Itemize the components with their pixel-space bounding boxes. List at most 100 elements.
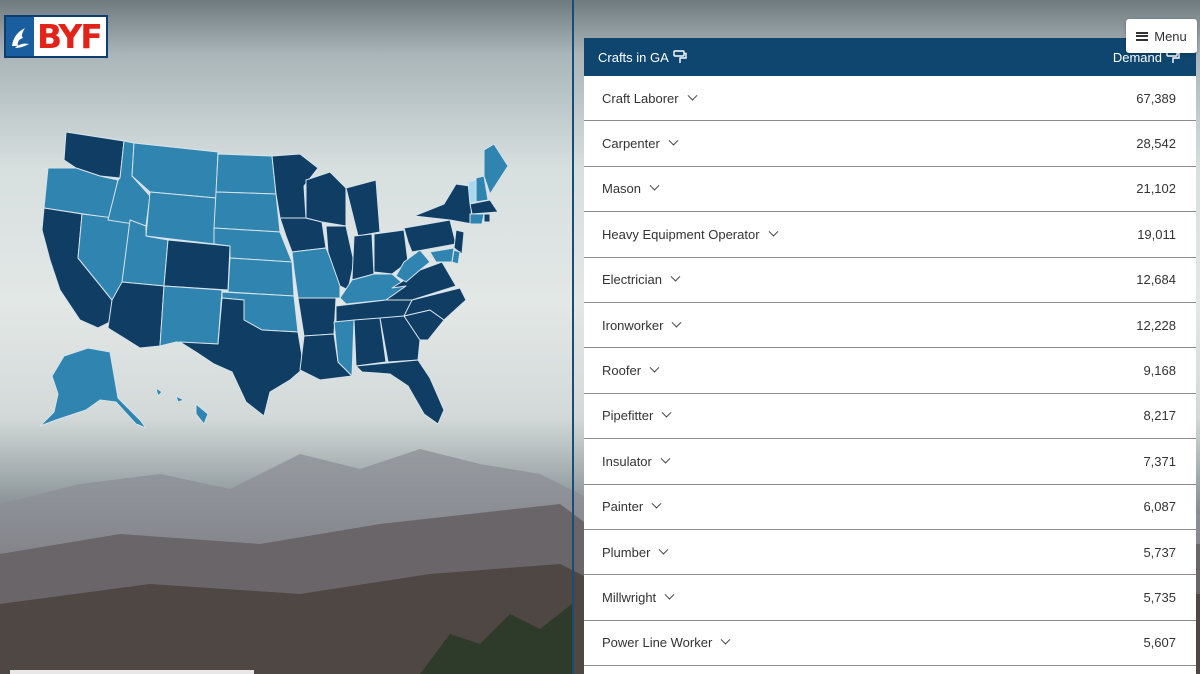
demand-value: 12,684	[1136, 272, 1176, 288]
table-row[interactable]: Electrician 12,684	[584, 258, 1196, 303]
state-michigan	[345, 179, 381, 237]
craft-cell: Ironworker	[602, 317, 682, 333]
chevron-down-icon[interactable]	[658, 544, 669, 555]
demand-value: 5,607	[1143, 635, 1176, 651]
state-arkansas	[297, 297, 337, 337]
craft-cell: Power Line Worker	[602, 635, 731, 651]
table-row[interactable]: Plumber 5,737	[584, 530, 1196, 576]
state-maryland	[429, 247, 455, 263]
state-connecticut	[469, 213, 485, 225]
demand-value: 6,087	[1143, 499, 1176, 515]
chevron-down-icon[interactable]	[661, 408, 672, 419]
craft-cell: Pipefitter	[602, 408, 672, 424]
table-row[interactable]: Mason 21,102	[584, 167, 1196, 213]
table-row[interactable]: Ironworker 12,228	[584, 303, 1196, 349]
state-kansas	[227, 257, 295, 297]
state-delaware	[451, 249, 461, 265]
chevron-down-icon[interactable]	[671, 317, 682, 328]
state-pennsylvania	[403, 219, 457, 253]
craft-cell: Painter	[602, 498, 662, 515]
column-header-crafts[interactable]: Crafts in GA	[598, 50, 687, 65]
craft-name: Ironworker	[602, 317, 664, 333]
demand-value: 5,735	[1143, 589, 1176, 605]
demand-value: 28,542	[1136, 136, 1176, 152]
state-maine	[483, 143, 509, 195]
table-row[interactable]: Heavy Equipment Operator 19,011	[584, 212, 1196, 258]
state-wyoming	[145, 191, 217, 245]
craft-cell: Mason	[602, 181, 660, 197]
chevron-down-icon[interactable]	[649, 362, 660, 373]
demand-value: 7,371	[1143, 453, 1176, 469]
table-row[interactable]: Craft Laborer 67,389	[584, 76, 1196, 122]
table-body: Craft Laborer 67,389 Carpenter 28,542 Mason 2…	[584, 76, 1196, 667]
craft-name: Carpenter	[602, 136, 660, 152]
demand-value: 12,228	[1136, 317, 1176, 333]
chevron-down-icon[interactable]	[768, 226, 778, 237]
table-row[interactable]: Roofer 9,168	[584, 348, 1196, 394]
demand-value: 19,011	[1137, 226, 1176, 242]
state-rhode-island	[483, 213, 491, 223]
state-arizona	[107, 281, 165, 349]
table-row[interactable]: Pipefitter 8,217	[584, 394, 1196, 440]
table-header: Crafts in GA Demand	[584, 38, 1196, 76]
state-new-mexico	[159, 285, 223, 347]
craft-name: Painter	[602, 499, 644, 515]
demand-value: 67,389	[1136, 90, 1176, 106]
table-row[interactable]: Power Line Worker 5,607	[584, 621, 1196, 667]
craft-cell: Millwright	[602, 589, 675, 605]
state-alaska	[39, 347, 147, 429]
paint-roller-icon	[673, 50, 687, 63]
scroll-indicator	[10, 670, 254, 674]
header-crafts-label: Crafts in GA	[598, 49, 669, 65]
craft-name: Insulator	[602, 453, 652, 469]
state-iowa	[279, 217, 327, 253]
table-row[interactable]: Painter 6,087	[584, 485, 1196, 530]
state-south-dakota	[213, 191, 281, 233]
demand-value: 5,737	[1143, 544, 1176, 560]
table-row[interactable]: Millwright 5,735	[584, 575, 1196, 621]
state-florida	[355, 359, 445, 425]
craft-cell: Electrician	[602, 271, 681, 288]
craft-name: Heavy Equipment Operator	[602, 226, 760, 242]
state-vermont	[467, 179, 477, 205]
state-hawaii	[155, 387, 209, 425]
craft-cell: Insulator	[602, 453, 671, 469]
chevron-down-icon[interactable]	[649, 181, 660, 192]
craft-name: Mason	[602, 181, 642, 197]
craft-cell: Heavy Equipment Operator	[602, 226, 778, 242]
us-states-map[interactable]	[0, 0, 572, 674]
crafts-demand-table: Crafts in GA Demand Craft Laborer 67,389 C…	[584, 38, 1196, 674]
state-indiana	[351, 233, 375, 281]
state-new-york	[413, 183, 473, 225]
demand-value: 8,217	[1143, 408, 1176, 424]
chevron-down-icon[interactable]	[660, 453, 671, 464]
craft-name: Roofer	[602, 363, 642, 379]
craft-name: Plumber	[602, 544, 651, 560]
menu-button[interactable]: Menu	[1126, 19, 1197, 53]
craft-name: Pipefitter	[602, 408, 654, 424]
chevron-down-icon[interactable]	[651, 498, 662, 509]
chevron-down-icon[interactable]	[720, 635, 731, 645]
table-row[interactable]: Carpenter 28,542	[584, 121, 1196, 167]
chevron-down-icon[interactable]	[687, 90, 698, 101]
table-row[interactable]: Insulator 7,371	[584, 439, 1196, 485]
craft-name: Electrician	[602, 272, 662, 288]
chevron-down-icon[interactable]	[670, 271, 681, 282]
craft-cell: Craft Laborer	[602, 90, 698, 106]
chevron-down-icon[interactable]	[664, 589, 675, 600]
state-north-dakota	[215, 153, 277, 195]
state-colorado	[163, 239, 231, 291]
panel-divider	[572, 0, 574, 674]
craft-name: Millwright	[602, 589, 657, 605]
craft-cell: Plumber	[602, 544, 669, 560]
menu-label: Menu	[1154, 28, 1187, 44]
demand-value: 9,168	[1143, 363, 1176, 379]
state-wisconsin	[305, 171, 347, 227]
hamburger-icon	[1136, 31, 1149, 41]
chevron-down-icon[interactable]	[668, 135, 679, 146]
craft-name: Power Line Worker	[602, 635, 713, 651]
craft-cell: Carpenter	[602, 135, 679, 152]
craft-name: Craft Laborer	[602, 90, 679, 106]
demand-value: 21,102	[1136, 181, 1176, 197]
craft-cell: Roofer	[602, 362, 660, 379]
